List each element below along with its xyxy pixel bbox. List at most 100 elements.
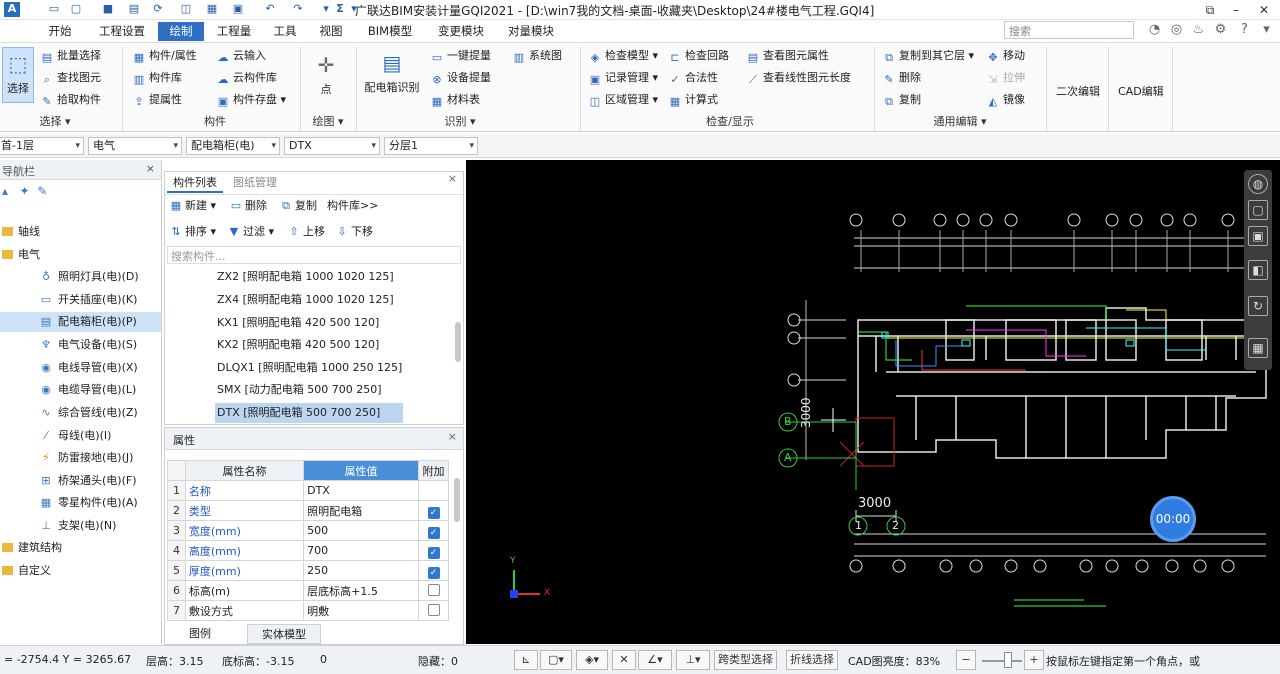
area-management-button[interactable]: ◫ 区域管理 ▾ xyxy=(588,91,658,109)
list-item[interactable]: DLQX1 [照明配电箱 1000 250 125] xyxy=(215,358,404,378)
cloud-library-button[interactable]: ☁ 云构件库 xyxy=(216,69,278,87)
table-row[interactable]: 6 标高(m) 层底标高+1.5 xyxy=(167,580,449,601)
timer-badge[interactable]: 00:00 xyxy=(1150,496,1196,542)
minimize-icon[interactable]: – xyxy=(1222,0,1250,20)
property-value[interactable]: DTX xyxy=(303,480,419,501)
nav-item-custom[interactable]: 自定义 xyxy=(0,561,161,581)
tab-change-module[interactable]: 变更模块 xyxy=(428,22,494,41)
app-logo-icon[interactable]: A xyxy=(4,2,20,17)
polyline-select-button[interactable]: 折线选择 xyxy=(786,650,838,670)
sort-button[interactable]: ⇅ 排序 ▾ xyxy=(169,222,216,242)
list-item[interactable]: ZX4 [照明配电箱 1000 1020 125] xyxy=(215,290,396,310)
tab-bim-model[interactable]: BIM模型 xyxy=(358,22,422,41)
filter-button[interactable]: ▼ 过滤 ▾ xyxy=(227,222,274,242)
tab-solid-model[interactable]: 实体模型 xyxy=(247,624,321,644)
tab-quantity[interactable]: 工程量 xyxy=(208,22,260,41)
angle-icon[interactable]: ∠▾ xyxy=(638,650,672,670)
collapse-icon[interactable]: ▴ xyxy=(2,184,8,198)
group-identify-label[interactable]: 识别 ▾ xyxy=(360,113,560,131)
point-button[interactable]: ✛ 点 xyxy=(306,51,346,97)
secondary-edit-button[interactable]: 二次编辑 xyxy=(1056,83,1100,101)
validity-button[interactable]: ✓ 合法性 xyxy=(668,69,718,87)
zoom-out-icon[interactable]: − xyxy=(956,650,976,670)
select-button[interactable]: ⬚ 选择 xyxy=(2,47,34,103)
ortho-icon[interactable]: ⊾ xyxy=(514,650,538,670)
front-view-icon[interactable]: ▢ xyxy=(1248,200,1268,220)
property-value[interactable]: 700 xyxy=(303,540,419,561)
nav-item-structure[interactable]: 建筑结构 xyxy=(0,538,161,558)
tab-legend[interactable]: 图例 xyxy=(175,624,225,644)
nav-item-wire-conduit[interactable]: ◉ 电线导管(电)(X) xyxy=(0,358,161,378)
copy-button[interactable]: ⧉ 复制 xyxy=(882,91,921,109)
attach-checkbox[interactable] xyxy=(427,604,440,616)
component-properties-button[interactable]: ▦ 构件/属性 xyxy=(132,47,197,65)
formula-button[interactable]: ▦ 计算式 xyxy=(668,91,718,109)
table-row[interactable]: 3 宽度(mm) 500 ✓ xyxy=(167,520,449,541)
component-search-input[interactable]: 搜索构件... xyxy=(167,246,461,264)
tab-project-settings[interactable]: 工程设置 xyxy=(90,22,154,41)
component-library-link[interactable]: 构件库>> xyxy=(327,196,378,216)
user-icon[interactable]: ◔ xyxy=(1146,22,1163,39)
table-row[interactable]: 2 类型 照明配电箱 ✓ xyxy=(167,500,449,521)
save-icon[interactable]: ■ xyxy=(100,2,116,17)
tab-view[interactable]: 视图 xyxy=(310,22,352,41)
nav-item-device[interactable]: ♆ 电气设备(电)(S) xyxy=(0,335,161,355)
snap-icon[interactable]: ▢▾ xyxy=(540,650,572,670)
move-down-button[interactable]: ⇩ 下移 xyxy=(335,222,373,242)
grid-view-icon[interactable]: ▦ xyxy=(1248,338,1268,358)
delete-button[interactable]: ▭ 删除 xyxy=(229,196,267,216)
floor-select[interactable]: 首-1层 ▾ xyxy=(0,137,84,155)
rotate-icon[interactable]: ↻ xyxy=(1248,296,1268,316)
open-icon[interactable]: ▭ xyxy=(46,2,62,17)
discipline-select[interactable]: 电气 ▾ xyxy=(88,137,182,155)
check-circuit-button[interactable]: ⊏ 检查回路 xyxy=(668,47,729,65)
close-icon[interactable]: × xyxy=(448,430,457,443)
grid-icon[interactable]: ▦ xyxy=(204,2,220,17)
attach-checkbox[interactable]: ✓ xyxy=(427,526,440,539)
iso-view-icon[interactable]: ◧ xyxy=(1248,260,1268,280)
nav-item-busbar[interactable]: ⁄ 母线(电)(I) xyxy=(0,426,161,446)
copy-button[interactable]: ⧉ 复制 xyxy=(279,196,317,216)
drawing-canvas[interactable]: B A 3000 3000 1 2 Y X xyxy=(466,160,1280,644)
list-item[interactable]: KX1 [照明配电箱 420 500 120] xyxy=(215,313,381,333)
line-style-icon[interactable]: ⊥▾ xyxy=(676,650,710,670)
batch-select-button[interactable]: ▤ 批量选择 xyxy=(40,47,101,65)
property-value[interactable]: 层底标高+1.5 xyxy=(303,580,419,601)
pick-component-button[interactable]: ✎ 拾取构件 xyxy=(40,91,101,109)
delete-button[interactable]: ✎ 删除 xyxy=(882,69,921,87)
component-library-button[interactable]: ▥ 构件库 xyxy=(132,69,182,87)
mirror-button[interactable]: ◭ 镜像 xyxy=(986,91,1025,109)
nav-item-lighting[interactable]: ♁ 照明灯具(电)(D) xyxy=(0,267,161,287)
nav-item-bracket[interactable]: ⊥ 支架(电)(N) xyxy=(0,516,161,536)
close-icon[interactable]: ✕ xyxy=(1250,0,1278,20)
scrollbar[interactable] xyxy=(454,478,460,522)
record-management-button[interactable]: ▣ 记录管理 ▾ xyxy=(588,69,658,87)
view-linear-length-button[interactable]: ⟋ 查看线性图元长度 xyxy=(746,69,851,87)
chevron-down-icon[interactable]: ▾ xyxy=(1258,22,1275,39)
close-icon[interactable]: × xyxy=(146,162,155,175)
undo-icon[interactable]: ↶ xyxy=(262,2,278,17)
cloud-input-button[interactable]: ☁ 云输入 xyxy=(216,47,267,65)
move-button[interactable]: ✥ 移动 xyxy=(986,47,1025,65)
attach-checkbox[interactable]: ✓ xyxy=(427,566,440,579)
table-row[interactable]: 7 敷设方式 明敷 xyxy=(167,600,449,621)
table-row[interactable]: 1 名称 DTX xyxy=(167,480,449,501)
attach-checkbox[interactable] xyxy=(427,584,440,596)
group-edit-label[interactable]: 通用编辑 ▾ xyxy=(880,113,1040,131)
nav-item-cable-conduit[interactable]: ◉ 电缆导管(电)(L) xyxy=(0,380,161,400)
settings-icon[interactable]: ⚙ xyxy=(1212,22,1229,39)
list-item[interactable]: ZX2 [照明配电箱 1000 1020 125] xyxy=(215,267,396,287)
cross-type-select-button[interactable]: 跨类型选择 xyxy=(714,650,777,670)
view-element-properties-button[interactable]: ▤ 查看图元属性 xyxy=(746,47,829,65)
find-element-button[interactable]: ⌕ 查找图元 xyxy=(40,69,101,87)
property-value[interactable]: 明敷 xyxy=(303,600,419,621)
tab-compare-module[interactable]: 对量模块 xyxy=(498,22,564,41)
cup-icon[interactable]: ♨ xyxy=(1190,22,1207,39)
type-select[interactable]: 配电箱柜(电) ▾ xyxy=(186,137,280,155)
check-model-button[interactable]: ◈ 检查模型 ▾ xyxy=(588,47,658,65)
brightness-slider[interactable] xyxy=(982,660,1022,662)
nav-item-bridge[interactable]: ⊞ 桥架通头(电)(F) xyxy=(0,471,161,491)
nav-item-misc[interactable]: ▦ 零星构件(电)(A) xyxy=(0,493,161,513)
nav-item-electrical[interactable]: 电气 xyxy=(0,245,161,265)
group-select-label[interactable]: 选择 ▾ xyxy=(0,113,110,131)
